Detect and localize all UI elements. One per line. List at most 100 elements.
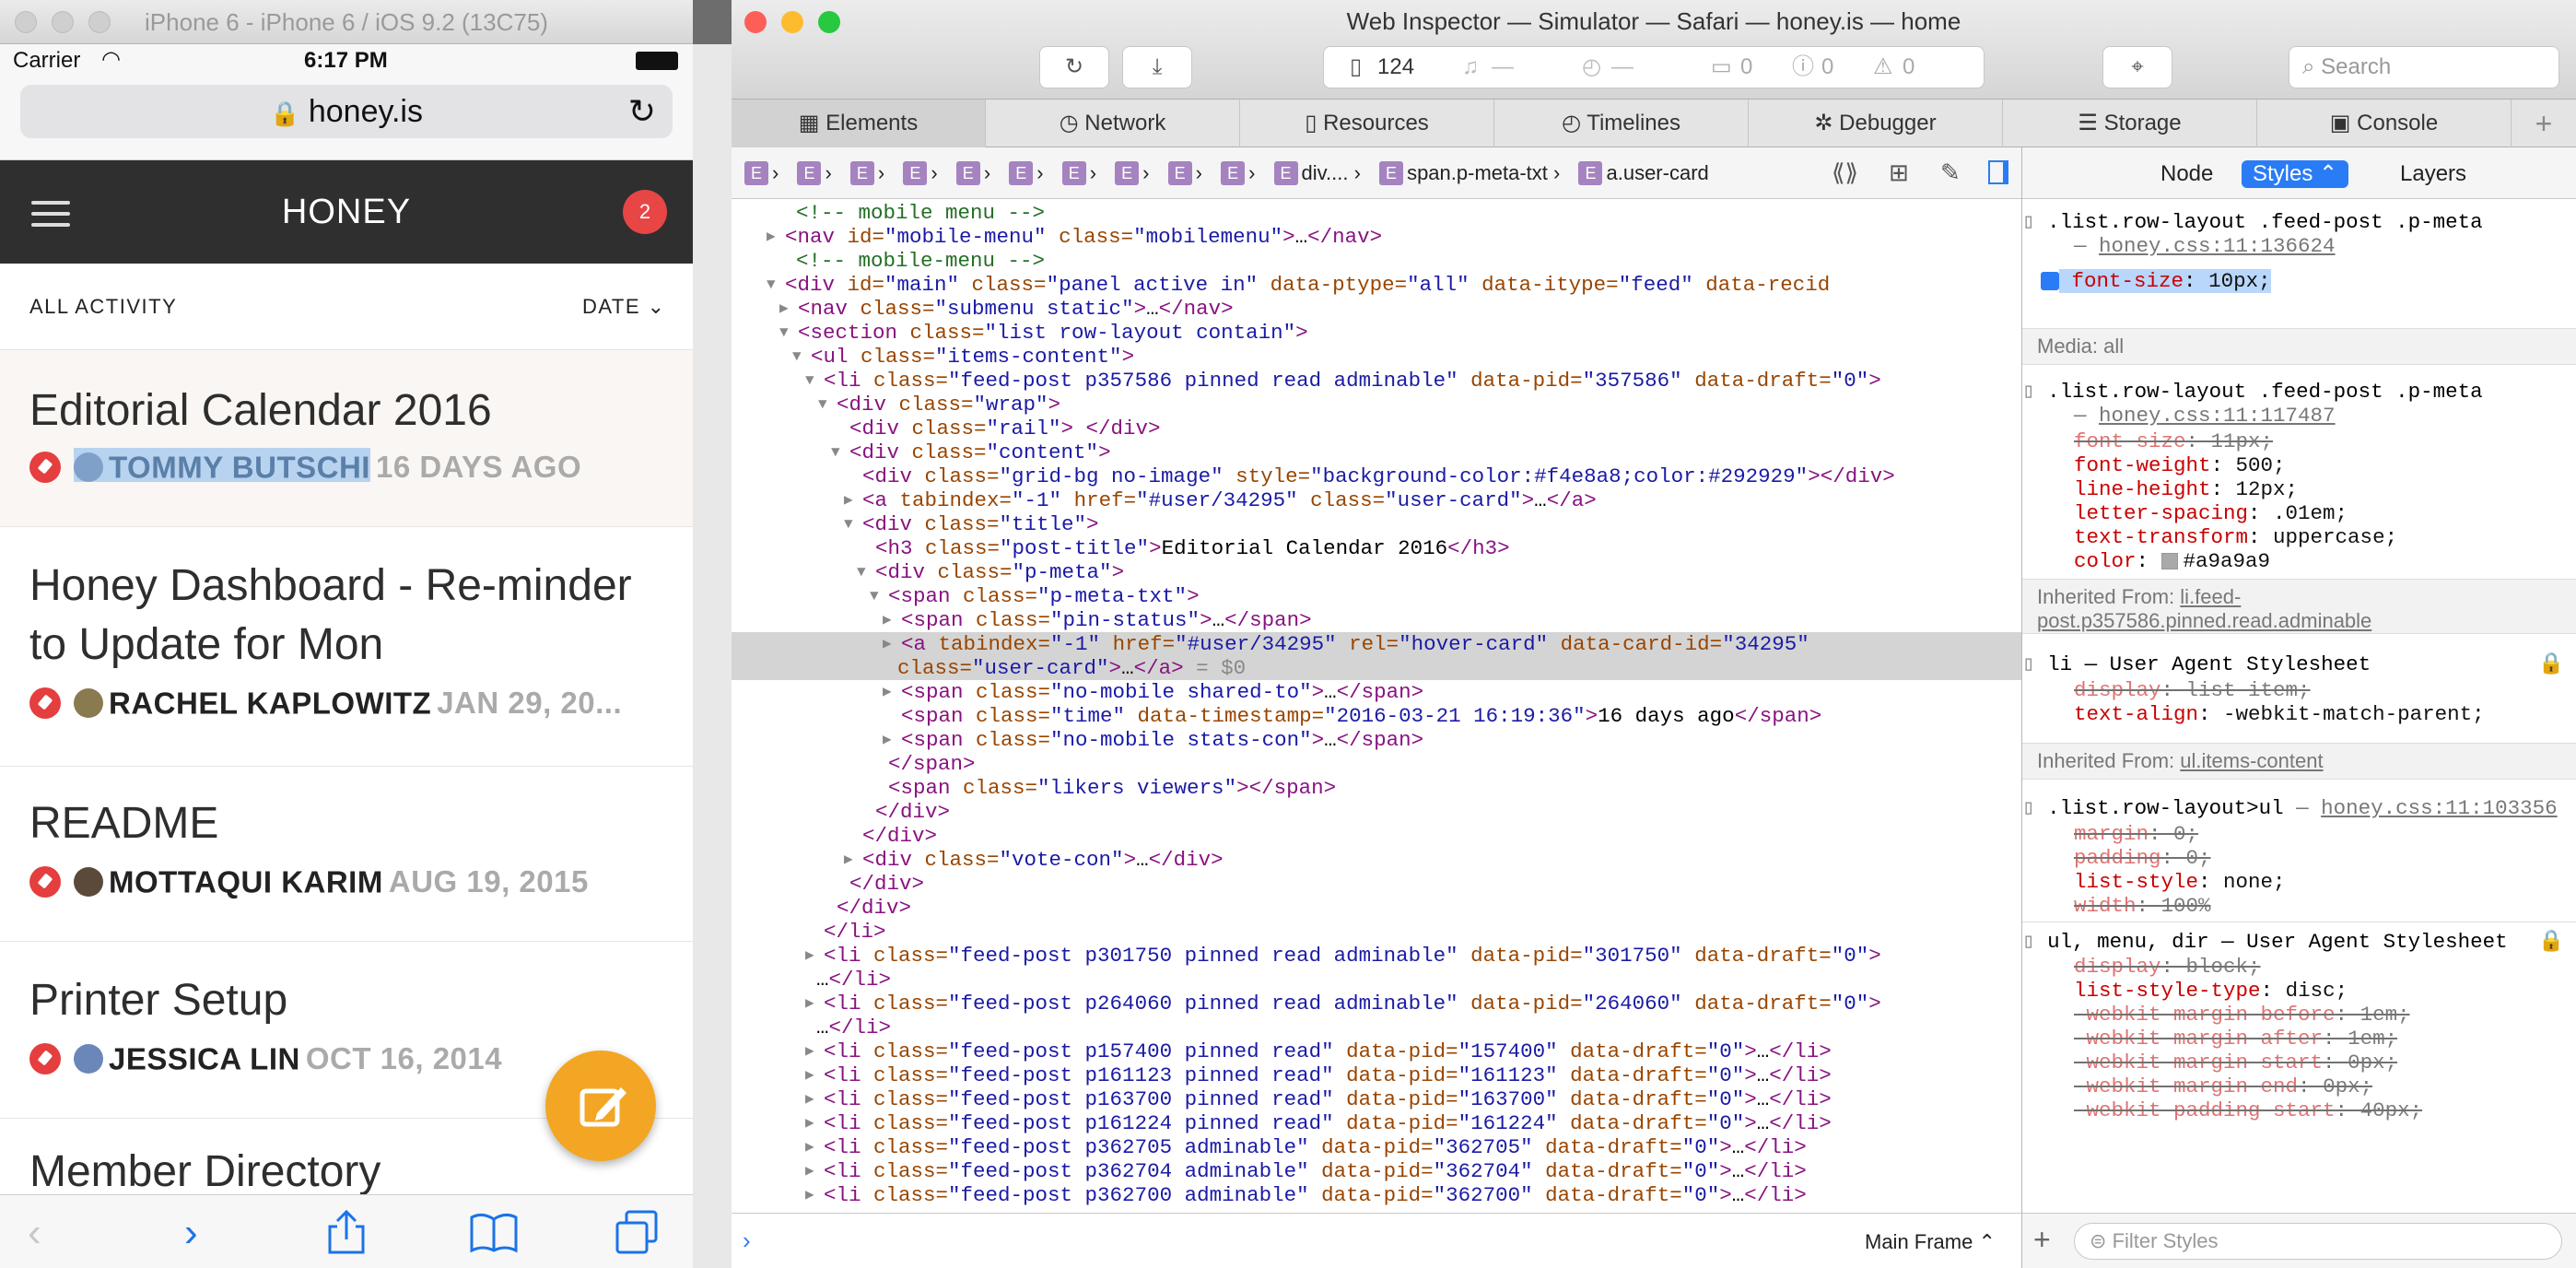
dom-node[interactable]: <h3 class="post-title">Editorial Calenda… — [732, 536, 2021, 560]
dom-node[interactable]: ▼ <div class="content"> — [732, 440, 2021, 464]
disclosure-triangle-icon[interactable]: ▶ — [844, 848, 853, 872]
style-property[interactable]: font-size: 11px; — [2074, 429, 2571, 453]
new-tab-button[interactable]: + — [2512, 100, 2576, 147]
quick-console[interactable]: › Main Frame ⌃ — [732, 1213, 2021, 1268]
style-property[interactable]: margin: 0; — [2074, 822, 2571, 846]
style-property[interactable]: text-align: -webkit-match-parent; — [2074, 702, 2571, 726]
resource-count[interactable]: 124 — [1377, 47, 1414, 88]
style-property[interactable]: font-weight: 500; — [2074, 453, 2571, 477]
style-property[interactable]: letter-spacing: .01em; — [2074, 501, 2571, 525]
dom-node[interactable]: ▶ <li class="feed-post p301750 pinned rea… — [732, 944, 2021, 968]
reload-icon[interactable]: ↻ — [628, 85, 656, 138]
tab-timelines[interactable]: ◴ Timelines — [1494, 100, 1749, 147]
address-bar[interactable]: 🔒 honey.is ↻ — [20, 85, 673, 138]
style-property[interactable]: -webkit-margin-before: 1em; — [2074, 1003, 2571, 1027]
dom-node[interactable]: …</li> — [732, 968, 2021, 992]
disclosure-triangle-icon[interactable]: ▶ — [805, 944, 814, 968]
dom-node[interactable]: <div class="grid-bg no-image" style="bac… — [732, 464, 2021, 488]
share-icon[interactable] — [324, 1208, 369, 1256]
dom-node[interactable]: <span class="likers viewers"></span> — [732, 776, 2021, 800]
disclosure-triangle-icon[interactable]: ▶ — [883, 680, 892, 704]
dom-node[interactable]: ▼ <section class="list row-layout contain… — [732, 321, 2021, 345]
disclosure-triangle-icon[interactable]: ▶ — [767, 225, 776, 249]
disclosure-triangle-icon[interactable]: ▶ — [805, 1159, 814, 1183]
crumb-element-icon[interactable]: E — [1578, 161, 1603, 186]
dom-node[interactable]: ▶ <nav class="submenu static">…</nav> — [732, 297, 2021, 321]
back-icon[interactable]: ‹ — [28, 1210, 41, 1256]
author-name[interactable]: TOMMY BUTSCHI — [109, 450, 370, 484]
rule-properties[interactable]: margin: 0; padding: 0; list-style: none; wi… — [2074, 822, 2571, 918]
disclosure-triangle-icon[interactable]: ▼ — [857, 560, 866, 584]
download-button[interactable]: ⤓ — [1122, 46, 1192, 88]
disclosure-triangle-icon[interactable]: ▶ — [805, 1087, 814, 1111]
dom-node[interactable]: …</li> — [732, 1016, 2021, 1039]
crumb-element-icon[interactable]: E — [1273, 161, 1298, 186]
dom-node[interactable]: ▶ <a tabindex="-1" href="#user/34295" rel… — [732, 632, 2021, 656]
dom-node[interactable]: </span> — [732, 752, 2021, 776]
style-property[interactable]: color: #a9a9a9 — [2074, 549, 2571, 573]
style-property[interactable]: display: list-item; — [2074, 678, 2571, 702]
tabs-icon[interactable] — [614, 1208, 662, 1256]
dom-node[interactable]: </div> — [732, 824, 2021, 848]
layout-grid-icon[interactable]: ⊞ — [1889, 158, 1909, 187]
ua-rule-title[interactable]: ul, menu, dir — User Agent Stylesheet — [2047, 930, 2508, 954]
reload-button[interactable]: ↻ — [1039, 46, 1109, 88]
style-property[interactable]: font-size: 10px; — [2041, 269, 2576, 293]
style-property[interactable]: list-style: none; — [2074, 870, 2571, 894]
feed-item[interactable]: Honey Dashboard - Re-minder to Update fo… — [0, 527, 693, 767]
tab-console[interactable]: ▣ Console — [2257, 100, 2512, 147]
dom-node[interactable]: <!-- mobile menu --> — [732, 201, 2021, 225]
dom-node[interactable]: ▶ <a tabindex="-1" href="#user/34295" cla… — [732, 488, 2021, 512]
dom-node[interactable]: ▼ <div class="wrap"> — [732, 393, 2021, 417]
filter-all-activity[interactable]: ALL ACTIVITY — [29, 295, 177, 319]
rule-selector[interactable]: .list.row-layout .feed-post .p-meta — [2047, 210, 2483, 234]
disclosure-triangle-icon[interactable]: ▶ — [883, 632, 892, 656]
disclosure-triangle-icon[interactable]: ▶ — [805, 1183, 814, 1207]
dom-node[interactable]: ▼ <div class="title"> — [732, 512, 2021, 536]
frame-selector[interactable]: Main Frame ⌃ — [1865, 1230, 1996, 1254]
dom-node[interactable]: ▶ <li class="feed-post p362705 adminable"… — [732, 1135, 2021, 1159]
sidebar-toggle-icon[interactable] — [1988, 160, 2008, 184]
disclosure-triangle-icon[interactable]: ▼ — [767, 273, 776, 297]
dom-node[interactable]: <div class="rail"> </div> — [732, 417, 2021, 440]
bookmarks-icon[interactable] — [468, 1210, 520, 1254]
crumb-element-icon[interactable]: E — [744, 161, 768, 186]
disclosure-triangle-icon[interactable]: ▼ — [805, 369, 814, 393]
source-link[interactable]: honey.css:11:117487 — [2099, 404, 2336, 428]
dom-node[interactable]: ▶ <li class="feed-post p163700 pinned rea… — [732, 1087, 2021, 1111]
disclosure-triangle-icon[interactable]: ▶ — [883, 608, 892, 632]
dom-node[interactable]: ▶ <li class="feed-post p161123 pinned rea… — [732, 1063, 2021, 1087]
author-name[interactable]: JESSICA LIN — [109, 1041, 300, 1075]
disclosure-triangle-icon[interactable]: ▶ — [779, 297, 789, 321]
style-property[interactable]: text-transform: uppercase; — [2074, 525, 2571, 549]
ua-rule-title[interactable]: li — User Agent Stylesheet — [2047, 652, 2371, 676]
sidebar-tab-layers[interactable]: Layers — [2400, 160, 2466, 188]
paintbrush-icon[interactable]: ✎ — [1940, 158, 1961, 187]
rule-selector[interactable]: .list.row-layout>ul — [2047, 796, 2284, 820]
disclosure-triangle-icon[interactable]: ▶ — [883, 728, 892, 752]
disclosure-triangle-icon[interactable]: ▼ — [831, 440, 840, 464]
disclosure-triangle-icon[interactable]: ▶ — [805, 992, 814, 1016]
dom-node[interactable]: ▶ <div class="vote-con">…</div> — [732, 848, 2021, 872]
dom-node[interactable]: <!-- mobile-menu --> — [732, 249, 2021, 273]
rule-properties[interactable]: font-size: 11px; font-weight: 500; line-he… — [2074, 429, 2571, 573]
style-property[interactable]: -webkit-margin-after: 1em; — [2074, 1027, 2571, 1051]
style-property[interactable]: -webkit-padding-start: 40px; — [2074, 1098, 2571, 1122]
dom-node[interactable]: <span class="time" data-timestamp="2016-… — [732, 704, 2021, 728]
crumb-label[interactable]: div.... — [1302, 161, 1349, 184]
dom-node[interactable]: ▶ <nav id="mobile-menu" class="mobilemenu… — [732, 225, 2021, 249]
crumb-element-icon[interactable]: E — [1167, 161, 1192, 186]
disclosure-triangle-icon[interactable]: ▼ — [779, 321, 789, 345]
dom-node[interactable]: </div> — [732, 800, 2021, 824]
feed-item[interactable]: Editorial Calendar 2016 TOMMY BUTSCHI 16 … — [0, 350, 693, 527]
dom-node[interactable]: ▶ <li class="feed-post p157400 pinned rea… — [732, 1039, 2021, 1063]
disclosure-triangle-icon[interactable]: ▶ — [844, 488, 853, 512]
dom-node[interactable]: ▶ <span class="no-mobile shared-to">…</sp… — [732, 680, 2021, 704]
crumb-element-icon[interactable]: E — [849, 161, 874, 186]
dom-node[interactable]: </div> — [732, 872, 2021, 896]
crumb-label[interactable]: a.user-card — [1606, 161, 1708, 184]
error-count[interactable]: 0 — [1821, 47, 1833, 88]
filter-styles-input[interactable]: ⊜ Filter Styles — [2074, 1223, 2562, 1260]
author-name[interactable]: MOTTAQUI KARIM — [109, 864, 383, 898]
dom-node[interactable]: ▼ <span class="p-meta-txt"> — [732, 584, 2021, 608]
